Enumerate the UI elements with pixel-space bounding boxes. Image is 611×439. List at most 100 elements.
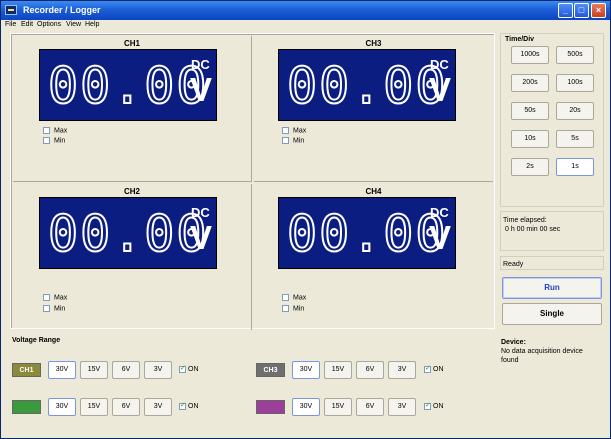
coupling-label: DC	[191, 205, 210, 220]
meter-display: 00.00 DC V	[278, 49, 456, 121]
min-label: Min	[293, 305, 305, 313]
range-6v-button[interactable]: 6V	[356, 398, 384, 416]
max-checkbox[interactable]: Max	[43, 294, 67, 304]
min-checkbox[interactable]: Min	[282, 305, 304, 315]
maximize-button[interactable]: □	[574, 3, 589, 18]
device-info: Device: No data acquisition device found	[501, 338, 601, 365]
checkbox-box[interactable]	[282, 127, 289, 134]
time-div-500s-button[interactable]: 500s	[556, 46, 594, 64]
time-div-10s-button[interactable]: 10s	[511, 130, 549, 148]
channel-on-checkbox[interactable]: ON	[424, 364, 444, 374]
range-6v-button[interactable]: 6V	[356, 361, 384, 379]
range-15v-button[interactable]: 15V	[80, 361, 108, 379]
range-15v-button[interactable]: 15V	[324, 361, 352, 379]
menu-edit[interactable]: Edit	[21, 21, 33, 28]
checkbox-box[interactable]	[43, 305, 50, 312]
range-3v-button[interactable]: 3V	[388, 361, 416, 379]
range-6v-button[interactable]: 6V	[112, 398, 140, 416]
range-3v-button[interactable]: 3V	[388, 398, 416, 416]
checkbox-box[interactable]	[424, 364, 431, 373]
max-checkbox[interactable]: Max	[43, 127, 67, 137]
on-label: ON	[433, 403, 444, 410]
meter-area: CH1 00.00 DC V Max Min CH3 00.00 DC V Ma…	[10, 33, 495, 330]
time-elapsed-label: Time elapsed:	[503, 217, 547, 224]
unit-label: V	[429, 71, 452, 108]
meter-display: 00.00 DC V	[278, 197, 456, 269]
single-button[interactable]: Single	[502, 303, 602, 325]
checkbox-box[interactable]	[282, 294, 289, 301]
channel-title: CH1	[123, 39, 140, 48]
min-label: Min	[54, 137, 66, 145]
unit-label: V	[190, 71, 213, 108]
channel-on-checkbox[interactable]: ON	[424, 401, 444, 411]
max-checkbox[interactable]: Max	[282, 127, 306, 137]
meter-display: 00.00 DC V	[39, 197, 217, 269]
range-3v-button[interactable]: 3V	[144, 398, 172, 416]
unit-label: V	[190, 219, 213, 256]
range-30v-button[interactable]: 30V	[48, 398, 76, 416]
menu-help[interactable]: Help	[85, 21, 99, 28]
meter-display: 00.00 DC V	[39, 49, 217, 121]
menu-bar: File Edit Options View Help	[1, 20, 610, 32]
window-title: Recorder / Logger	[23, 5, 101, 15]
checkbox-box[interactable]	[282, 305, 289, 312]
range-15v-button[interactable]: 15V	[324, 398, 352, 416]
meter-reading: 00.00	[47, 57, 209, 115]
time-div-1000s-button[interactable]: 1000s	[511, 46, 549, 64]
checkbox-box[interactable]	[43, 127, 50, 134]
checkbox-box[interactable]	[43, 137, 50, 144]
time-div-5s-button[interactable]: 5s	[556, 130, 594, 148]
time-div-title: Time/Div	[505, 36, 535, 43]
range-30v-button[interactable]: 30V	[48, 361, 76, 379]
time-div-2s-button[interactable]: 2s	[511, 158, 549, 176]
channel-on-checkbox[interactable]: ON	[179, 401, 199, 411]
time-div-20s-button[interactable]: 20s	[556, 102, 594, 120]
device-heading: Device:	[501, 339, 526, 346]
min-checkbox[interactable]: Min	[43, 137, 65, 147]
checkbox-box[interactable]	[179, 401, 186, 410]
time-elapsed: Time elapsed: 0 h 00 min 00 sec	[503, 216, 560, 234]
channel-panel-ch3: CH3 00.00 DC V Max Min	[254, 36, 493, 182]
max-label: Max	[54, 294, 68, 302]
menu-view[interactable]: View	[66, 21, 81, 28]
range-30v-button[interactable]: 30V	[292, 398, 320, 416]
control-sidebar: Time/Div 1000s 500s 200s 100s 50s 20s 10…	[498, 33, 606, 433]
min-checkbox[interactable]: Min	[282, 137, 304, 147]
device-text: No data acquisition device found	[501, 348, 583, 364]
min-label: Min	[293, 137, 305, 145]
channel-on-checkbox[interactable]: ON	[179, 364, 199, 374]
close-button[interactable]: ×	[591, 3, 606, 18]
voltage-range-group: Voltage Range CH1 30V 15V 6V 3V ON CH3 3…	[3, 335, 494, 433]
menu-options[interactable]: Options	[37, 21, 61, 28]
run-button[interactable]: Run	[502, 277, 602, 299]
checkbox-box[interactable]	[179, 364, 186, 373]
coupling-label: DC	[191, 57, 210, 72]
time-div-50s-button[interactable]: 50s	[511, 102, 549, 120]
time-div-200s-button[interactable]: 200s	[511, 74, 549, 92]
unit-label: V	[429, 219, 452, 256]
status-text: Ready	[503, 261, 524, 268]
range-15v-button[interactable]: 15V	[80, 398, 108, 416]
on-label: ON	[433, 366, 444, 373]
on-label: ON	[188, 366, 199, 373]
range-6v-button[interactable]: 6V	[112, 361, 140, 379]
range-30v-button[interactable]: 30V	[292, 361, 320, 379]
coupling-label: DC	[430, 57, 449, 72]
checkbox-box[interactable]	[43, 294, 50, 301]
title-bar[interactable]: Recorder / Logger _ □ ×	[1, 1, 610, 20]
max-checkbox[interactable]: Max	[282, 294, 306, 304]
range-3v-button[interactable]: 3V	[144, 361, 172, 379]
time-div-1s-button[interactable]: 1s	[556, 158, 594, 176]
min-checkbox[interactable]: Min	[43, 305, 65, 315]
max-label: Max	[293, 127, 307, 135]
max-label: Max	[54, 127, 68, 135]
checkbox-box[interactable]	[424, 401, 431, 410]
channel-tag-ch2	[12, 400, 41, 414]
app-icon	[5, 5, 17, 15]
minimize-button[interactable]: _	[558, 3, 573, 18]
max-label: Max	[293, 294, 307, 302]
meter-reading: 00.00	[286, 205, 448, 263]
menu-file[interactable]: File	[5, 21, 16, 28]
time-div-100s-button[interactable]: 100s	[556, 74, 594, 92]
checkbox-box[interactable]	[282, 137, 289, 144]
